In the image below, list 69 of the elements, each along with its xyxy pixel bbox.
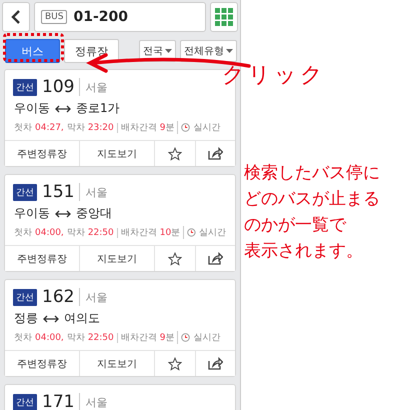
bus-number: 171 — [42, 393, 80, 410]
search-value: 01-200 — [73, 9, 128, 25]
route-card[interactable]: 간선 162 서울 정릉 여의도 첫차 04:00, 막차 22:50 배차간격 9분 실시간 주변정류장 지도보기 — [4, 279, 236, 377]
share-icon — [208, 357, 223, 370]
route-type-tag: 간선 — [13, 394, 37, 410]
two-way-arrow-icon — [43, 314, 59, 322]
card-action-button[interactable]: 주변정류장 — [5, 246, 80, 271]
last-bus-label: 막차 — [66, 227, 85, 239]
tab[interactable]: 버스 — [5, 39, 60, 63]
grid-icon — [215, 8, 233, 26]
realtime-label: 실시간 — [193, 122, 220, 134]
first-bus-label: 첫차 — [14, 122, 32, 134]
two-way-arrow-icon — [55, 104, 71, 112]
route-type-tag: 간선 — [13, 288, 37, 306]
last-bus-time: 22:50 — [88, 228, 118, 238]
origin-stop: 정릉 — [14, 310, 38, 327]
route-type-tag: 간선 — [13, 78, 37, 96]
share-icon — [208, 147, 223, 160]
bus-badge: BUS — [41, 10, 68, 24]
route-type-tag: 간선 — [13, 184, 37, 200]
first-bus-time: 04:00, — [35, 228, 64, 238]
route-card[interactable]: 간선 151 서울 우이동 중앙대 첫차 04:00, 막차 22:50 배차간격 10분 실시간 주변정류장 지도보기 — [4, 174, 236, 272]
filter-dropdown[interactable]: 전체유형 — [180, 40, 237, 62]
interval-value: 9분 — [160, 331, 178, 344]
clock-icon — [181, 333, 190, 342]
star-icon — [168, 146, 182, 160]
grid-menu-button[interactable] — [210, 2, 238, 32]
interval-label: 배차간격 — [120, 332, 157, 344]
destination-stop: 중앙대 — [76, 205, 112, 222]
note-annotation: 検索したバス停に どのバスが止まる のかが一覧で 表示されます。 — [244, 162, 381, 263]
two-way-arrow-icon — [55, 210, 71, 218]
search-field[interactable]: BUS 01-200 — [34, 2, 206, 32]
region-label: 서울 — [85, 80, 108, 94]
first-bus-label: 첫차 — [14, 332, 32, 344]
last-bus-label: 막차 — [66, 122, 85, 134]
last-bus-time: 22:50 — [88, 332, 118, 342]
destination-stop: 여의도 — [64, 310, 100, 327]
clock-icon — [181, 123, 190, 132]
interval-label: 배차간격 — [120, 227, 157, 239]
bus-number: 151 — [42, 183, 80, 201]
caret-icon — [226, 49, 233, 53]
star-icon — [168, 356, 182, 370]
route-card[interactable]: 간선 171 서울 — [4, 384, 236, 410]
card-action-button[interactable]: 주변정류장 — [5, 351, 80, 376]
clock-icon — [187, 228, 196, 237]
bus-number: 109 — [42, 78, 80, 96]
realtime-label: 실시간 — [193, 332, 220, 344]
last-bus-time: 23:20 — [88, 122, 118, 132]
interval-value: 10분 — [160, 226, 184, 239]
back-button[interactable] — [2, 2, 30, 32]
share-icon — [208, 252, 223, 265]
region-label: 서울 — [85, 290, 108, 304]
first-bus-label: 첫차 — [14, 227, 32, 239]
origin-stop: 우이동 — [14, 205, 50, 222]
region-label: 서울 — [85, 184, 108, 200]
first-bus-time: 04:27, — [35, 122, 64, 132]
star-icon — [168, 252, 182, 266]
highlight-frame — [3, 33, 64, 62]
first-bus-time: 04:00, — [35, 332, 64, 342]
interval-label: 배차간격 — [120, 122, 157, 134]
last-bus-label: 막차 — [66, 332, 85, 344]
bus-number: 162 — [42, 288, 80, 306]
interval-value: 9분 — [160, 121, 178, 134]
region-label: 서울 — [85, 394, 108, 410]
destination-stop: 종로1가 — [76, 100, 120, 117]
caret-icon — [165, 49, 172, 53]
card-action-button[interactable]: 주변정류장 — [5, 141, 80, 166]
realtime-label: 실시간 — [199, 227, 226, 239]
origin-stop: 우이동 — [14, 100, 50, 117]
